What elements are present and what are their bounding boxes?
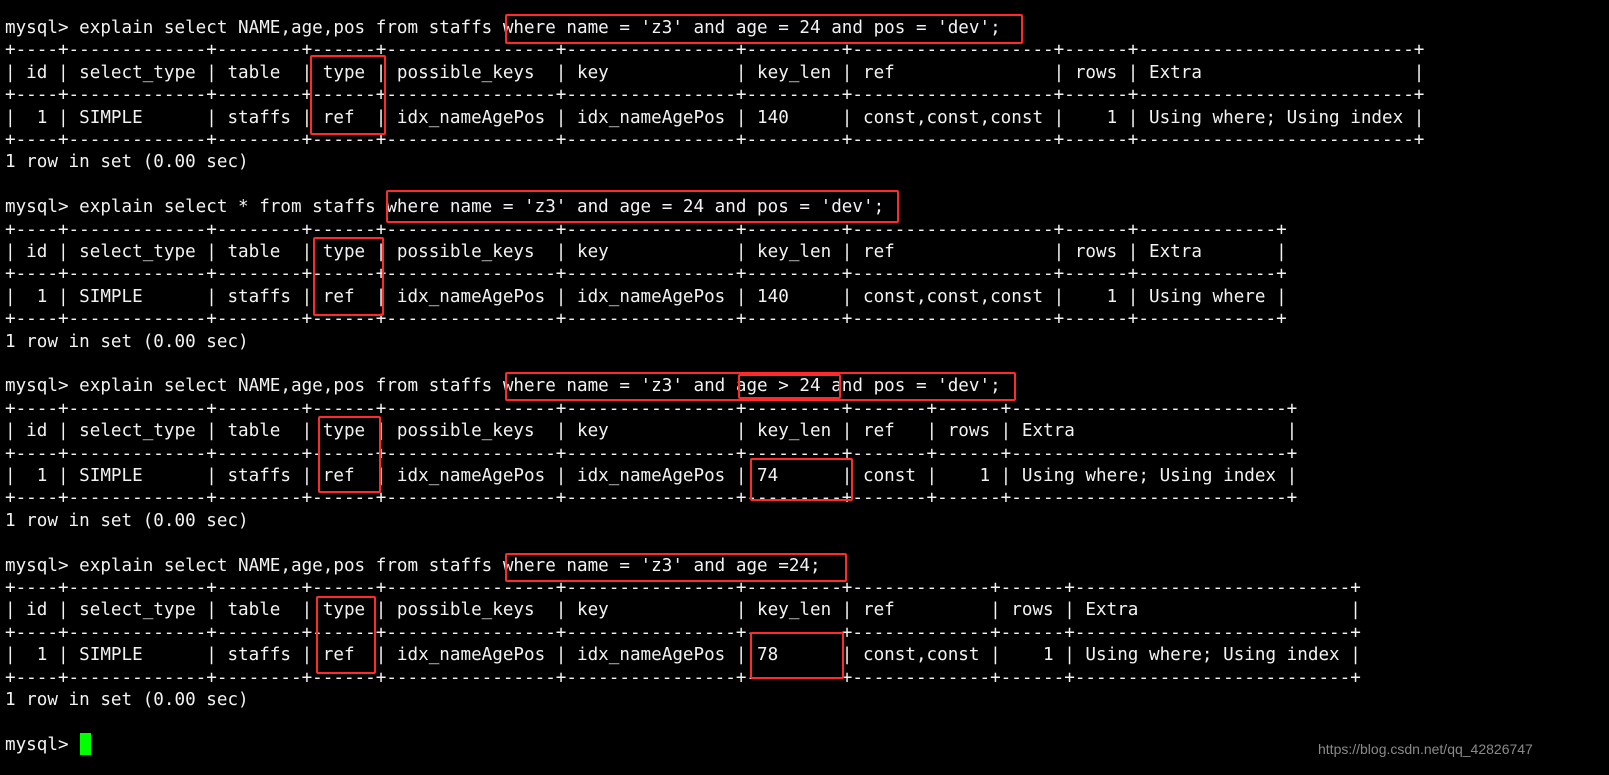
terminal-line: | id | select_type | table | type | poss… <box>5 600 1361 621</box>
highlight-box-type-4 <box>316 596 376 674</box>
terminal-line: +----+-------------+--------+------+----… <box>5 443 1298 464</box>
highlight-box-keylen-3 <box>750 458 853 501</box>
highlight-box-where-2 <box>386 190 899 223</box>
terminal-line: | 1 | SIMPLE | staffs | ref | idx_nameAg… <box>5 466 1298 486</box>
terminal-line: +----+-------------+--------+------+----… <box>5 667 1361 688</box>
terminal-line: +----+-------------+--------+------+----… <box>5 264 1287 285</box>
terminal-line: mysql> <box>5 734 80 755</box>
terminal-cursor <box>80 733 91 755</box>
terminal-line: 1 row in set (0.00 sec) <box>5 152 249 173</box>
terminal-line: +----+-------------+--------+------+----… <box>5 488 1298 509</box>
terminal-line: | id | select_type | table | type | poss… <box>5 421 1298 442</box>
terminal-line: | 1 | SIMPLE | staffs | ref | idx_nameAg… <box>5 645 1361 666</box>
terminal-line: 1 row in set (0.00 sec) <box>5 331 249 352</box>
terminal-line: +----+-------------+--------+------+----… <box>5 398 1298 419</box>
highlight-box-type-2 <box>313 237 384 316</box>
terminal-line: | 1 | SIMPLE | staffs | ref | idx_nameAg… <box>5 107 1425 128</box>
terminal-line: +----+-------------+--------+------+----… <box>5 309 1287 330</box>
terminal-line: +----+-------------+--------+------+----… <box>5 85 1425 106</box>
terminal-window[interactable]: mysql> 1 row in set (0.00 sec) +----+----… <box>0 0 1609 775</box>
terminal-line: +----+-------------+--------+------+----… <box>5 130 1425 150</box>
highlight-box-where-4 <box>505 553 847 582</box>
terminal-line: 1 row in set (0.00 sec) <box>5 510 249 531</box>
highlight-box-where-1 <box>505 14 1023 44</box>
terminal-line: | id | select_type | table | type | poss… <box>5 62 1425 83</box>
terminal-line: | id | select_type | table | type | poss… <box>5 242 1287 262</box>
terminal-line: 1 row in set (0.00 sec) <box>5 690 249 710</box>
highlight-box-age-range <box>738 374 841 399</box>
highlight-box-type-1 <box>310 55 386 135</box>
highlight-box-type-3 <box>318 416 381 493</box>
watermark: https://blog.csdn.net/qq_42826747 <box>1318 741 1533 757</box>
highlight-box-keylen-4 <box>750 632 844 679</box>
terminal-line: | 1 | SIMPLE | staffs | ref | idx_nameAg… <box>5 286 1287 307</box>
terminal-line: +----+-------------+--------+------+----… <box>5 622 1361 643</box>
